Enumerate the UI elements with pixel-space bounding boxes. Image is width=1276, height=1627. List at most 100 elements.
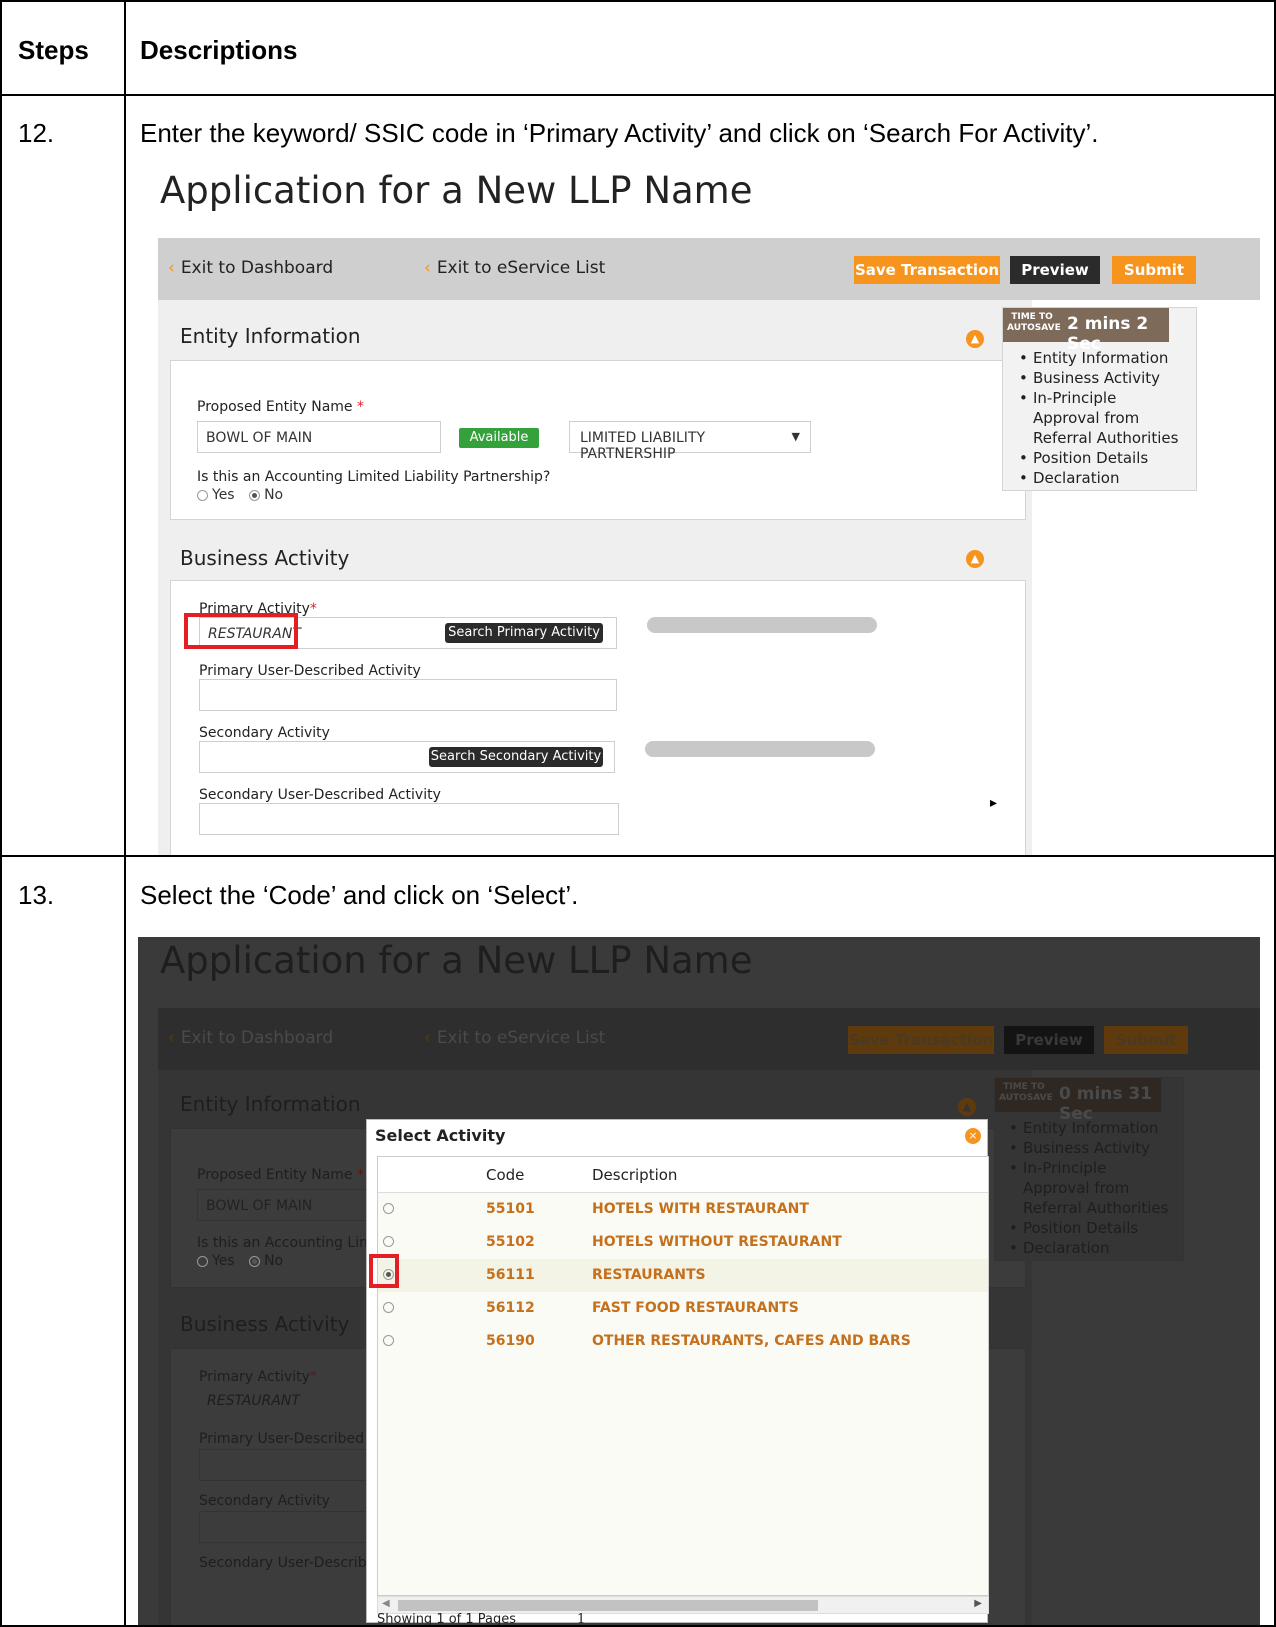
exit-dashboard-link[interactable]: ‹ Exit to Dashboard [168,1028,333,1048]
exit-eservice-link[interactable]: ‹ Exit to eService List [424,258,605,278]
section-title: Entity Information [180,1092,361,1116]
screenshot-search-activity: Application for a New LLP Name ‹ Exit to … [138,167,1260,855]
row-radio[interactable] [383,1302,394,1313]
screenshot-select-activity: Application for a New LLP Name ‹ Exit to … [138,937,1260,1625]
page-number[interactable]: 1 [577,1612,585,1625]
chevron-left-icon: ‹ [168,258,175,278]
scroll-left-icon[interactable]: ◀ [382,1598,390,1609]
table-row[interactable]: 55102 HOTELS WITHOUT RESTAURANT [378,1226,988,1259]
chevron-left-icon: ‹ [424,1028,431,1048]
nav-item[interactable]: Declaration [1017,468,1187,488]
section-nav: Entity Information Business Activity In-… [1017,348,1187,488]
row-description: OTHER RESTAURANTS, CAFES AND BARS [592,1333,911,1349]
exit-eservice-link[interactable]: ‹ Exit to eService List [424,1028,605,1048]
primary-user-activity-input[interactable] [199,679,617,711]
field-label: Primary Activity* [199,1369,317,1385]
accounting-question: Is this an Accounting Limited Liability … [197,469,551,485]
preview-button[interactable]: Preview [1004,1026,1094,1054]
column-divider [124,0,126,1627]
secondary-activity-input[interactable] [199,1511,379,1543]
row-code: 55101 [486,1201,535,1217]
field-label: Secondary User-Described Activity [199,787,441,803]
autosave-label: TIME TO AUTOSAVE [1007,312,1061,333]
row-radio[interactable] [383,1203,394,1214]
section-title: Business Activity [180,546,350,570]
nav-item[interactable]: Position Details [1007,1218,1177,1238]
row-description: FAST FOOD RESTAURANTS [592,1300,799,1316]
collapse-icon[interactable]: ▲ [966,330,984,348]
field-label: Primary User-Described Activity [199,663,421,679]
radio-yes-label: Yes [212,487,235,503]
field-label: Secondary Activity [199,1493,330,1509]
secondary-user-activity-input[interactable] [199,803,619,835]
page-title: Application for a New LLP Name [160,169,753,212]
step-description: Enter the keyword/ SSIC code in ‘Primary… [140,118,1099,148]
scroll-right-icon[interactable]: ▶ [974,1598,982,1609]
search-primary-activity-button[interactable]: Search Primary Activity [445,623,603,643]
exit-eservice-label: Exit to eService List [436,1028,606,1048]
row-description: RESTAURANTS [592,1267,706,1283]
column-header-description[interactable]: Description [592,1166,677,1184]
table-row[interactable]: 56111 RESTAURANTS [378,1259,988,1292]
table-row[interactable]: 56190 OTHER RESTAURANTS, CAFES AND BARS [378,1325,988,1358]
row-radio[interactable] [383,1236,394,1247]
accounting-radio-group: Yes No [197,1253,283,1269]
table-row[interactable]: 56112 FAST FOOD RESTAURANTS [378,1292,988,1325]
status-badge: Available [459,428,539,448]
scrollbar-thumb[interactable] [398,1600,818,1611]
search-secondary-activity-button[interactable]: Search Secondary Activity [429,747,603,767]
autosave-timer: TIME TO AUTOSAVE 2 mins 2 Sec [1003,308,1169,354]
result-placeholder [647,617,877,633]
highlight-box [369,1254,399,1288]
submit-button[interactable]: Submit [1112,256,1196,284]
exit-dashboard-link[interactable]: ‹ Exit to Dashboard [168,258,333,278]
radio-no[interactable] [249,489,261,501]
nav-item[interactable]: Position Details [1017,448,1187,468]
table-row[interactable]: 55101 HOTELS WITH RESTAURANT [378,1193,988,1226]
preview-button[interactable]: Preview [1010,256,1100,284]
field-label-text: Proposed Entity Name [197,1167,353,1183]
column-header-code[interactable]: Code [486,1166,524,1184]
entity-type-select[interactable]: LIMITED LIABILITY PARTNERSHIP ▼ [569,421,811,462]
form-panel: Entity Information ▲ Proposed Entity Nam… [158,300,1032,855]
field-label: Proposed Entity Name * [197,1167,364,1183]
entity-name-input[interactable]: BOWL OF MAIN [197,421,441,453]
field-label: Primary User-Described Act [199,1431,392,1447]
radio-no[interactable] [249,1255,261,1267]
required-marker: * [352,399,364,415]
chevron-left-icon: ‹ [168,1028,175,1048]
row-code: 56112 [486,1300,535,1316]
step-number: 12. [18,118,55,148]
row-radio[interactable] [383,1335,394,1346]
nav-item[interactable]: Business Activity [1007,1138,1177,1158]
save-transaction-button[interactable]: Save Transaction [848,1026,994,1054]
radio-yes[interactable] [197,1255,208,1267]
toolbar: ‹ Exit to Dashboard ‹ Exit to eService Lis… [158,238,1260,300]
accounting-radio-group: Yes No [197,487,283,503]
close-icon[interactable]: × [965,1128,981,1144]
entity-info-box: Proposed Entity Name * BOWL OF MAIN Avai… [170,360,1026,520]
collapse-icon[interactable]: ▲ [958,1098,976,1116]
field-label-text: Primary Activity [199,1369,310,1385]
nav-item[interactable]: Entity Information [1017,348,1187,368]
entity-name-input[interactable]: BOWL OF MAIN [197,1189,377,1221]
modal-title: Select Activity [375,1126,506,1145]
row-code: 56190 [486,1333,535,1349]
section-title: Business Activity [180,1312,350,1336]
nav-item[interactable]: In-Principle Approval from Referral Auth… [1017,388,1187,448]
nav-item[interactable]: Declaration [1007,1238,1177,1258]
collapse-icon[interactable]: ▲ [966,550,984,568]
nav-item[interactable]: In-Principle Approval from Referral Auth… [1007,1158,1177,1218]
radio-yes[interactable] [197,489,208,501]
primary-user-activity-input[interactable] [199,1449,379,1481]
nav-item[interactable]: Entity Information [1007,1118,1177,1138]
save-transaction-button[interactable]: Save Transaction [854,256,1000,284]
nav-item[interactable]: Business Activity [1017,368,1187,388]
row-code: 55102 [486,1234,535,1250]
submit-button[interactable]: Submit [1104,1026,1188,1054]
accounting-question: Is this an Accounting Limite [197,1235,391,1251]
sidebar: TIME TO AUTOSAVE 0 mins 31 Sec Entity In… [994,1077,1184,1261]
section-nav: Entity Information Business Activity In-… [1007,1118,1177,1258]
exit-dashboard-label: Exit to Dashboard [180,1028,334,1048]
radio-no-label: No [264,1253,284,1269]
